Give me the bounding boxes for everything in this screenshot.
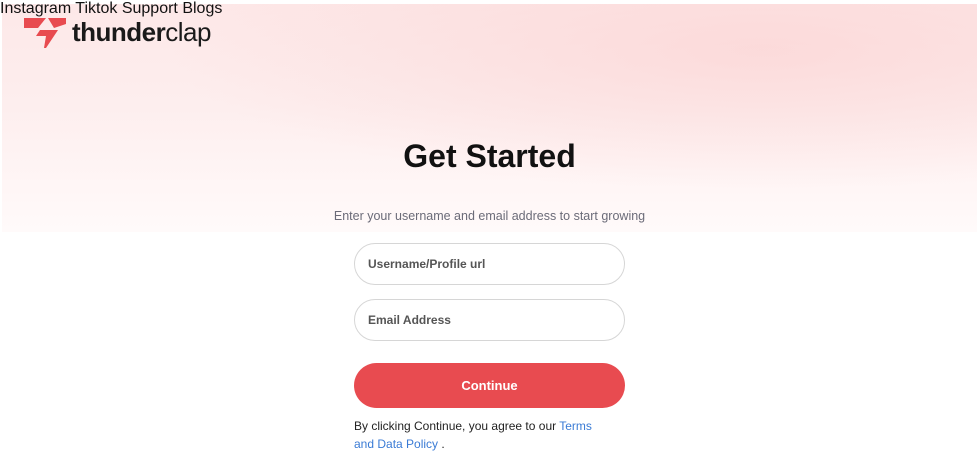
nav-support[interactable]: Support bbox=[122, 0, 178, 17]
username-input[interactable] bbox=[368, 257, 624, 271]
logo-wordmark: thunderclap bbox=[72, 17, 211, 47]
terms-suffix: . bbox=[441, 437, 445, 451]
continue-button[interactable]: Continue bbox=[354, 363, 625, 408]
terms-prefix: By clicking Continue, you agree to our bbox=[354, 419, 557, 433]
page-subtitle: Enter your username and email address to… bbox=[333, 209, 646, 223]
terms-notice: By clicking Continue, you agree to our T… bbox=[354, 417, 614, 453]
page-title: Get Started bbox=[403, 138, 576, 174]
email-field[interactable] bbox=[354, 299, 625, 341]
logo-link[interactable]: thunderclap bbox=[24, 16, 211, 48]
nav-tiktok[interactable]: Tiktok bbox=[75, 0, 117, 17]
email-input[interactable] bbox=[368, 313, 624, 327]
username-field[interactable] bbox=[354, 243, 625, 285]
thunderclap-logo-icon bbox=[24, 18, 66, 48]
nav-blogs[interactable]: Blogs bbox=[182, 0, 222, 17]
site-header: thunderclap Instagram Tiktok Support Blo… bbox=[0, 0, 979, 70]
nav-instagram[interactable]: Instagram bbox=[0, 0, 71, 17]
